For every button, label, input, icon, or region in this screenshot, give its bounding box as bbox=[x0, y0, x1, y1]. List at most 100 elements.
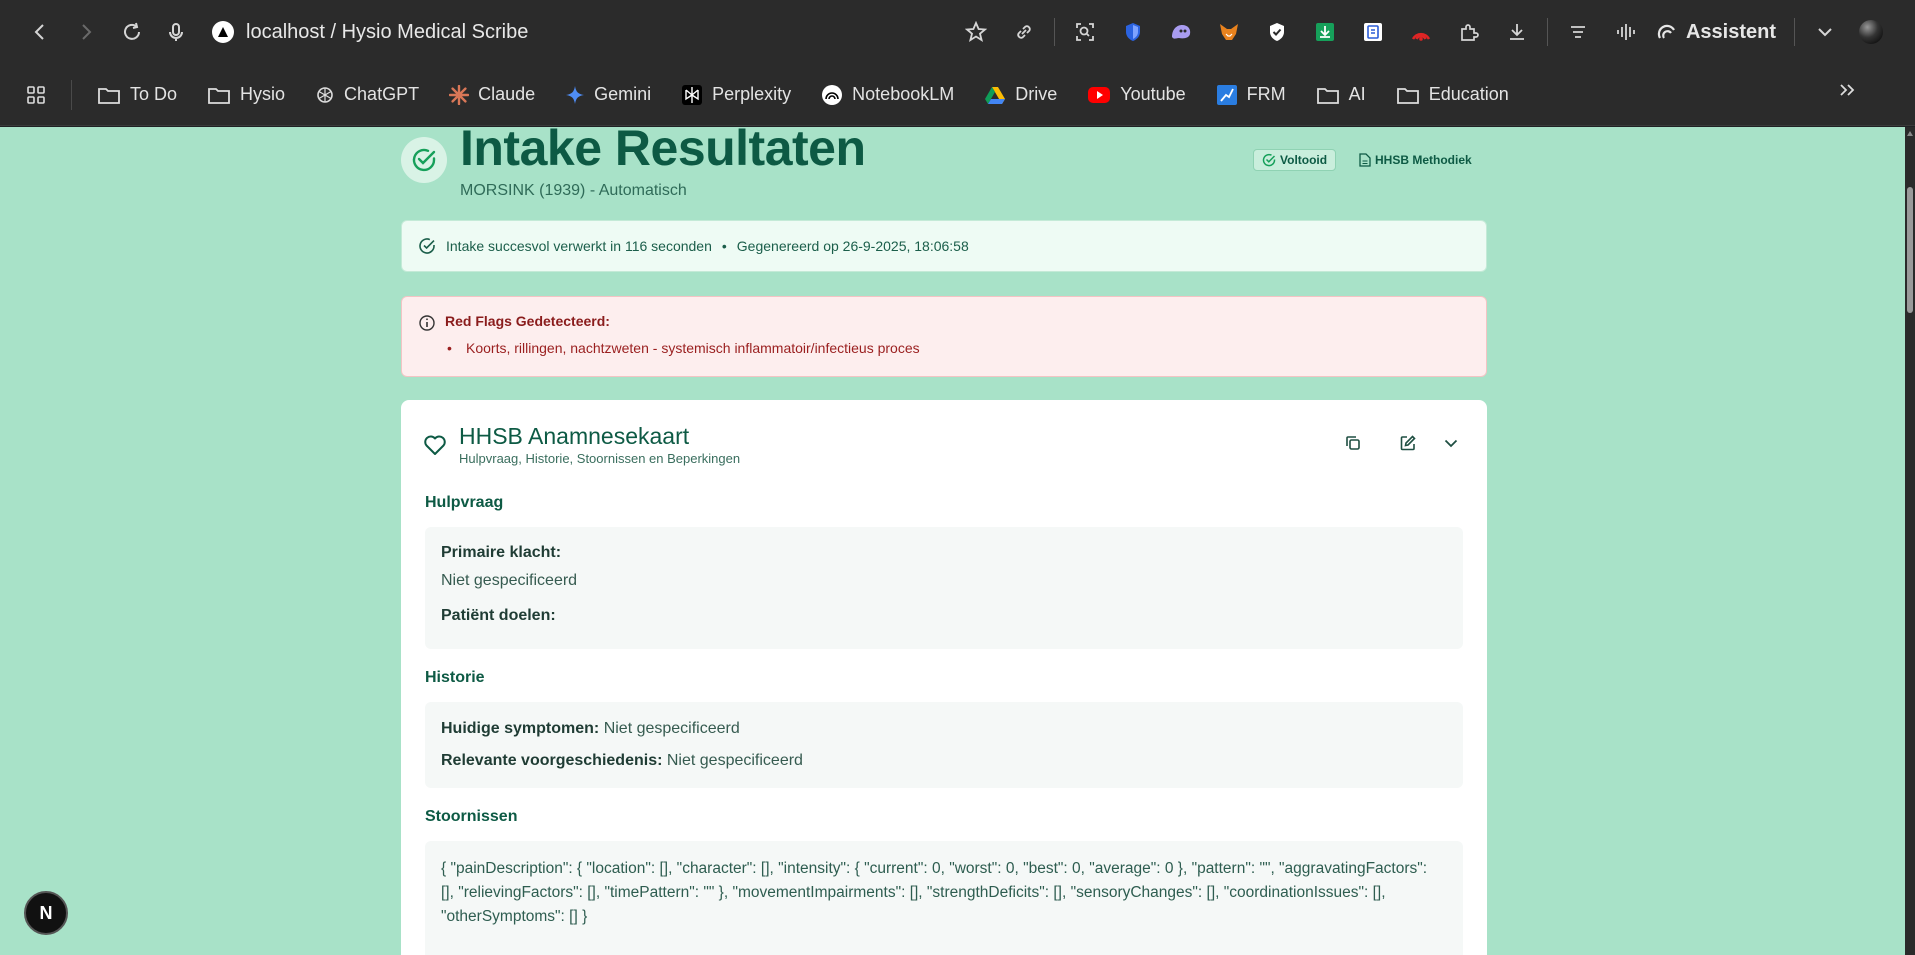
bookmark-label: Perplexity bbox=[712, 84, 792, 104]
patient-goals-label: Patiënt doelen: bbox=[441, 607, 556, 624]
current-symptoms-row: Huidige symptomen: Niet gespecificeerd bbox=[441, 720, 740, 738]
success-check-badge bbox=[401, 137, 447, 183]
results-header: Intake Resultaten MORSINK (1939) - Autom… bbox=[401, 127, 1487, 207]
bookmark-to-do[interactable]: To Do bbox=[82, 75, 192, 115]
dev-tools-badge[interactable]: N bbox=[24, 891, 68, 935]
folder-icon bbox=[1396, 87, 1419, 104]
bookmark-frm[interactable]: FRM bbox=[1201, 75, 1301, 115]
shield-blue-icon bbox=[1125, 23, 1140, 41]
bookmark-star-button[interactable] bbox=[952, 12, 1000, 52]
bookmarks-bar: To Do Hysio ChatGPT Claude Gemini Perple… bbox=[0, 64, 1915, 126]
profile-avatar[interactable] bbox=[1859, 20, 1883, 44]
profile-menu-button[interactable] bbox=[1801, 12, 1849, 52]
extensions-button[interactable] bbox=[1445, 12, 1493, 52]
shield-check-icon bbox=[1269, 23, 1284, 41]
readwise-extension-button[interactable] bbox=[1397, 12, 1445, 52]
reading-mode-button[interactable] bbox=[1554, 12, 1602, 52]
notebooklm-icon bbox=[822, 84, 843, 105]
edit-icon bbox=[1400, 435, 1416, 451]
download-extension-button[interactable] bbox=[1301, 12, 1349, 52]
card-subtitle: Hulpvraag, Historie, Stoornissen en Bepe… bbox=[459, 451, 741, 466]
toolbar-divider bbox=[1546, 18, 1548, 46]
voice-search-button[interactable] bbox=[156, 12, 196, 52]
bookmark-ai[interactable]: AI bbox=[1301, 75, 1381, 115]
edit-button[interactable] bbox=[1399, 434, 1419, 454]
audio-button[interactable] bbox=[1602, 12, 1650, 52]
metamask-extension-button[interactable] bbox=[1205, 12, 1253, 52]
bookmark-education[interactable]: Education bbox=[1381, 75, 1524, 115]
waveform-icon bbox=[1617, 24, 1635, 40]
downloads-button[interactable] bbox=[1493, 12, 1541, 52]
claude-icon bbox=[449, 84, 470, 105]
relevant-history-label: Relevante voorgeschiedenis: bbox=[441, 752, 663, 769]
method-badge-label: HHSB Methodiek bbox=[1375, 153, 1472, 167]
copy-link-button[interactable] bbox=[1000, 12, 1048, 52]
page-scrollbar[interactable] bbox=[1905, 127, 1915, 955]
current-symptoms-value: Niet gespecificeerd bbox=[603, 720, 740, 737]
bookmark-gemini[interactable]: Gemini bbox=[550, 75, 666, 115]
forward-button[interactable] bbox=[66, 12, 106, 52]
bookmark-hysio[interactable]: Hysio bbox=[192, 75, 300, 115]
bookmark-label: NotebookLM bbox=[852, 84, 955, 104]
star-icon bbox=[964, 21, 987, 42]
apps-button[interactable] bbox=[0, 79, 72, 110]
double-chevron-right-icon bbox=[1840, 84, 1855, 96]
toolbar-right-controls: Assistent bbox=[952, 0, 1915, 64]
bitwarden-extension-button[interactable] bbox=[1109, 12, 1157, 52]
heart-icon bbox=[424, 435, 446, 455]
bookmark-notebooklm[interactable]: NotebookLM bbox=[806, 75, 969, 115]
clipboard-icon bbox=[1363, 23, 1382, 41]
processing-success-notice: Intake succesvol verwerkt in 116 seconde… bbox=[401, 220, 1487, 272]
bookmark-label: Education bbox=[1428, 84, 1509, 104]
method-badge: HHSB Methodiek bbox=[1351, 149, 1480, 171]
ghost-extension-button[interactable] bbox=[1157, 12, 1205, 52]
collapse-toggle-button[interactable] bbox=[1442, 434, 1462, 454]
red-flag-item: Koorts, rillingen, nachtzweten - systemi… bbox=[445, 340, 920, 356]
link-icon bbox=[1017, 25, 1031, 39]
bookmark-label: Youtube bbox=[1120, 84, 1186, 104]
relevant-history-value: Niet gespecificeerd bbox=[666, 752, 803, 769]
folder-icon bbox=[98, 87, 120, 104]
generated-timestamp: Gegenereerd op 26-9-2025, 18:06:58 bbox=[736, 238, 969, 254]
check-circle-icon bbox=[1262, 153, 1276, 167]
card-title: HHSB Anamnesekaart bbox=[459, 423, 690, 449]
adblock-extension-button[interactable] bbox=[1253, 12, 1301, 52]
section-title-hulpvraag: Hulpvraag bbox=[425, 494, 504, 511]
scrollbar-thumb[interactable] bbox=[1907, 187, 1913, 313]
youtube-icon bbox=[1088, 86, 1111, 103]
scroll-up-arrow[interactable] bbox=[1907, 131, 1913, 136]
historie-box: Huidige symptomen: Niet gespecificeerd R… bbox=[425, 702, 1463, 788]
bookmark-chatgpt[interactable]: ChatGPT bbox=[300, 75, 434, 115]
relevant-history-row: Relevante voorgeschiedenis: Niet gespeci… bbox=[441, 752, 803, 770]
chevron-down-icon bbox=[1444, 439, 1458, 448]
bookmark-youtube[interactable]: Youtube bbox=[1072, 75, 1200, 115]
bookmark-claude[interactable]: Claude bbox=[434, 75, 550, 115]
gemini-icon bbox=[566, 85, 585, 104]
page-title: Intake Resultaten bbox=[460, 127, 866, 176]
stoornissen-box: { "painDescription": { "location": [], "… bbox=[425, 841, 1463, 955]
bookmark-drive[interactable]: Drive bbox=[969, 75, 1072, 115]
separator-dot: • bbox=[721, 238, 727, 254]
section-title-stoornissen: Stoornissen bbox=[425, 808, 518, 825]
back-arrow-icon bbox=[34, 24, 44, 40]
more-bookmarks-button[interactable] bbox=[1837, 80, 1857, 105]
apps-grid-icon bbox=[26, 85, 45, 104]
reload-button[interactable] bbox=[112, 12, 152, 52]
copy-button[interactable] bbox=[1344, 434, 1364, 454]
perplexity-icon bbox=[682, 84, 703, 105]
bookmark-perplexity[interactable]: Perplexity bbox=[666, 75, 806, 115]
download-icon bbox=[1509, 24, 1524, 40]
assistant-button[interactable]: Assistent bbox=[1650, 21, 1788, 44]
green-download-icon bbox=[1315, 23, 1334, 41]
clipboard-extension-button[interactable] bbox=[1349, 12, 1397, 52]
lines-icon bbox=[1570, 26, 1585, 38]
browser-toolbar: localhost / Hysio Medical Scribe Assiste… bbox=[0, 0, 1915, 64]
toolbar-divider bbox=[1794, 18, 1795, 46]
bookmark-label: To Do bbox=[130, 84, 178, 104]
lens-search-icon bbox=[1076, 23, 1094, 41]
back-button[interactable] bbox=[20, 12, 60, 52]
red-flags-title: Red Flags Gedetecteerd: bbox=[445, 313, 610, 329]
address-bar[interactable]: localhost / Hysio Medical Scribe bbox=[212, 12, 528, 52]
frm-icon bbox=[1216, 84, 1237, 105]
lens-search-button[interactable] bbox=[1061, 12, 1109, 52]
